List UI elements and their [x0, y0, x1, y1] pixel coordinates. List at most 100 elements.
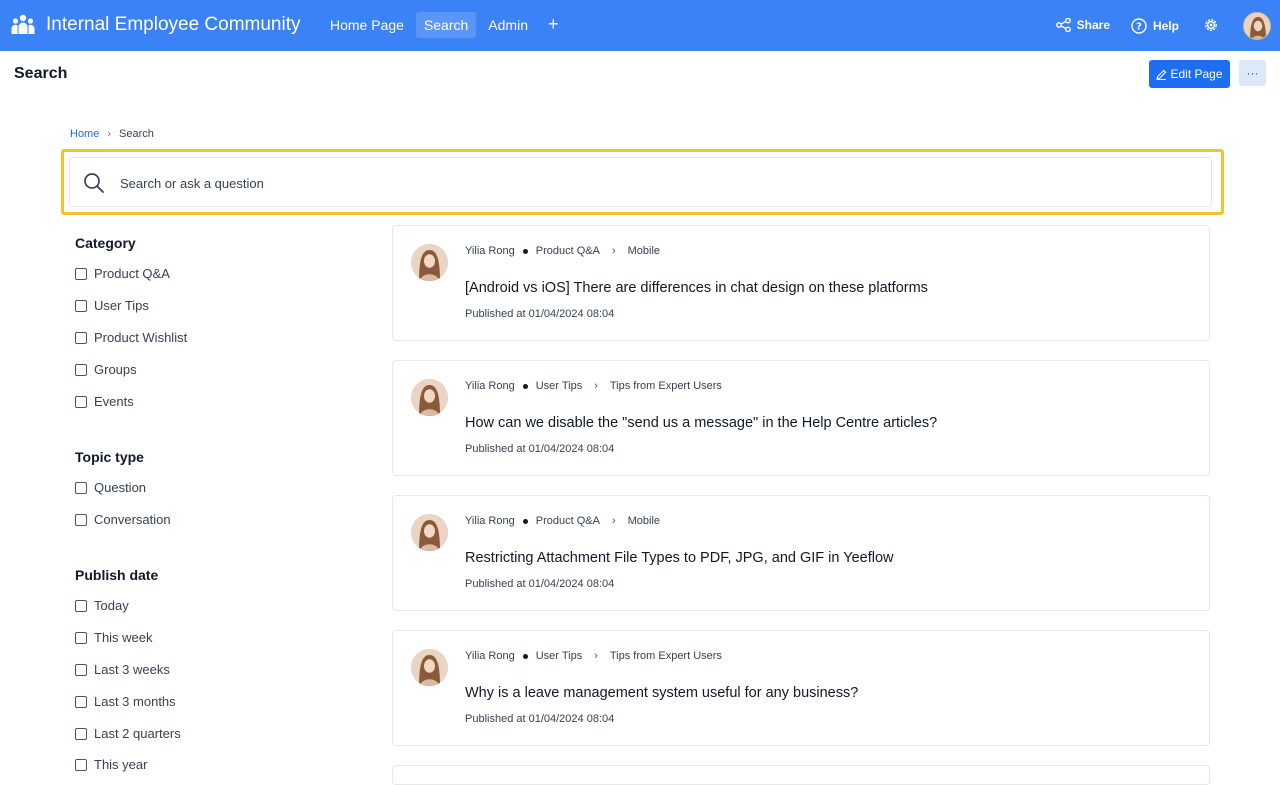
avatar-portrait-icon — [1244, 13, 1270, 39]
result-subcategory[interactable]: Mobile — [628, 245, 660, 257]
search-box-highlight — [61, 149, 1224, 215]
separator-dot — [522, 248, 528, 254]
result-category[interactable]: User Tips — [536, 650, 582, 662]
result-title[interactable]: How can we disable the "send us a messag… — [465, 415, 937, 431]
help-button[interactable]: ? Help — [1131, 18, 1179, 34]
filter-option-label: Question — [94, 480, 147, 495]
filter-option-label: Events — [94, 394, 134, 409]
filter-option-last-3-weeks[interactable]: Last 3 weeks — [75, 662, 170, 677]
result-title[interactable]: Why is a leave management system useful … — [465, 685, 858, 701]
chevron-right-icon: › — [611, 515, 616, 527]
checkbox[interactable] — [75, 395, 87, 408]
filter-option-groups[interactable]: Groups — [75, 362, 137, 377]
search-result-card[interactable]: Yilia Rong User Tips › Tips from Expert … — [392, 360, 1210, 476]
filter-option-events[interactable]: Events — [75, 394, 134, 409]
result-category[interactable]: Product Q&A — [536, 245, 600, 257]
result-meta: Yilia Rong Product Q&A › Mobile — [465, 515, 660, 527]
share-button[interactable]: Share — [1055, 18, 1110, 32]
filter-option-label: Last 3 months — [94, 694, 176, 709]
search-result-card[interactable]: Yilia Rong Product Q&A › Mobile [Android… — [392, 225, 1210, 341]
filter-option-product-wishlist[interactable]: Product Wishlist — [75, 330, 187, 345]
result-title[interactable]: Restricting Attachment File Types to PDF… — [465, 550, 894, 566]
filter-option-label: Conversation — [94, 512, 171, 527]
breadcrumb-home-link[interactable]: Home — [70, 128, 99, 140]
result-meta: Yilia Rong User Tips › Tips from Expert … — [465, 650, 722, 662]
filter-option-product-qa[interactable]: Product Q&A — [75, 266, 170, 281]
filter-option-label: Today — [94, 598, 129, 613]
checkbox[interactable] — [75, 481, 87, 494]
share-icon — [1055, 18, 1071, 32]
author-avatar — [411, 514, 448, 551]
help-icon: ? — [1131, 18, 1147, 34]
filter-option-label: Groups — [94, 362, 137, 377]
avatar-portrait-icon — [411, 649, 448, 686]
filter-option-user-tips[interactable]: User Tips — [75, 298, 149, 313]
pencil-icon — [1156, 69, 1167, 80]
gear-icon[interactable] — [1203, 17, 1219, 33]
checkbox[interactable] — [75, 631, 87, 644]
result-subcategory[interactable]: Mobile — [628, 515, 660, 527]
chevron-right-icon: › — [107, 128, 112, 140]
author-name[interactable]: Yilia Rong — [465, 380, 515, 392]
checkbox[interactable] — [75, 695, 87, 708]
search-result-card[interactable]: Yilia Rong User Tips › Tips from Expert … — [392, 630, 1210, 746]
result-subcategory[interactable]: Tips from Expert Users — [610, 650, 722, 662]
edit-page-label: Edit Page — [1170, 67, 1223, 81]
filter-option-question[interactable]: Question — [75, 480, 146, 495]
app-title: Internal Employee Community — [46, 14, 301, 35]
edit-page-button[interactable]: Edit Page — [1149, 60, 1230, 88]
breadcrumb: Home › Search — [70, 128, 154, 140]
author-name[interactable]: Yilia Rong — [465, 650, 515, 662]
result-category[interactable]: User Tips — [536, 380, 582, 392]
checkbox[interactable] — [75, 363, 87, 376]
nav-search[interactable]: Search — [415, 12, 477, 38]
checkbox[interactable] — [75, 758, 87, 771]
separator-dot — [522, 518, 528, 524]
filter-option-conversation[interactable]: Conversation — [75, 512, 171, 527]
checkbox[interactable] — [75, 727, 87, 740]
filter-option-label: Product Q&A — [94, 266, 170, 281]
search-result-card-partial[interactable] — [392, 765, 1210, 785]
result-category[interactable]: Product Q&A — [536, 515, 600, 527]
checkbox[interactable] — [75, 331, 87, 344]
chevron-right-icon: › — [611, 245, 616, 257]
filter-option-last-2-quarters[interactable]: Last 2 quarters — [75, 726, 181, 741]
author-name[interactable]: Yilia Rong — [465, 245, 515, 257]
more-options-button[interactable]: ··· — [1239, 60, 1266, 86]
share-label: Share — [1076, 18, 1110, 32]
checkbox[interactable] — [75, 513, 87, 526]
checkbox[interactable] — [75, 299, 87, 312]
filter-option-this-year[interactable]: This year — [75, 757, 147, 772]
top-bar: Internal Employee Community Home Page Se… — [0, 0, 1280, 51]
search-result-card[interactable]: Yilia Rong Product Q&A › Mobile Restrict… — [392, 495, 1210, 611]
result-meta: Yilia Rong User Tips › Tips from Expert … — [465, 380, 722, 392]
user-avatar[interactable] — [1243, 12, 1271, 40]
nav-admin[interactable]: Admin — [480, 12, 536, 38]
filter-option-today[interactable]: Today — [75, 598, 129, 613]
separator-dot — [522, 653, 528, 659]
filter-option-this-week[interactable]: This week — [75, 630, 153, 645]
checkbox[interactable] — [75, 663, 87, 676]
breadcrumb-current: Search — [119, 128, 154, 140]
author-name[interactable]: Yilia Rong — [465, 515, 515, 527]
result-title[interactable]: [Android vs iOS] There are differences i… — [465, 280, 928, 296]
filter-option-last-3-months[interactable]: Last 3 months — [75, 694, 176, 709]
main-nav: Home Page Search Admin + — [322, 12, 567, 38]
svg-text:?: ? — [1136, 22, 1142, 33]
result-subcategory[interactable]: Tips from Expert Users — [610, 380, 722, 392]
separator-dot — [522, 383, 528, 389]
checkbox[interactable] — [75, 599, 87, 612]
community-logo-icon — [11, 14, 35, 34]
avatar-portrait-icon — [411, 514, 448, 551]
result-date: Published at 01/04/2024 08:04 — [465, 713, 615, 725]
filter-option-label: Product Wishlist — [94, 330, 188, 345]
search-box — [69, 157, 1212, 207]
chevron-right-icon: › — [594, 650, 598, 662]
category-filter-title: Category — [75, 235, 136, 251]
checkbox[interactable] — [75, 267, 87, 280]
avatar-portrait-icon — [411, 379, 448, 416]
nav-home-page[interactable]: Home Page — [322, 12, 412, 38]
filter-option-label: Last 2 quarters — [94, 726, 181, 741]
add-page-button[interactable]: + — [540, 12, 567, 38]
search-input[interactable] — [120, 172, 1120, 194]
